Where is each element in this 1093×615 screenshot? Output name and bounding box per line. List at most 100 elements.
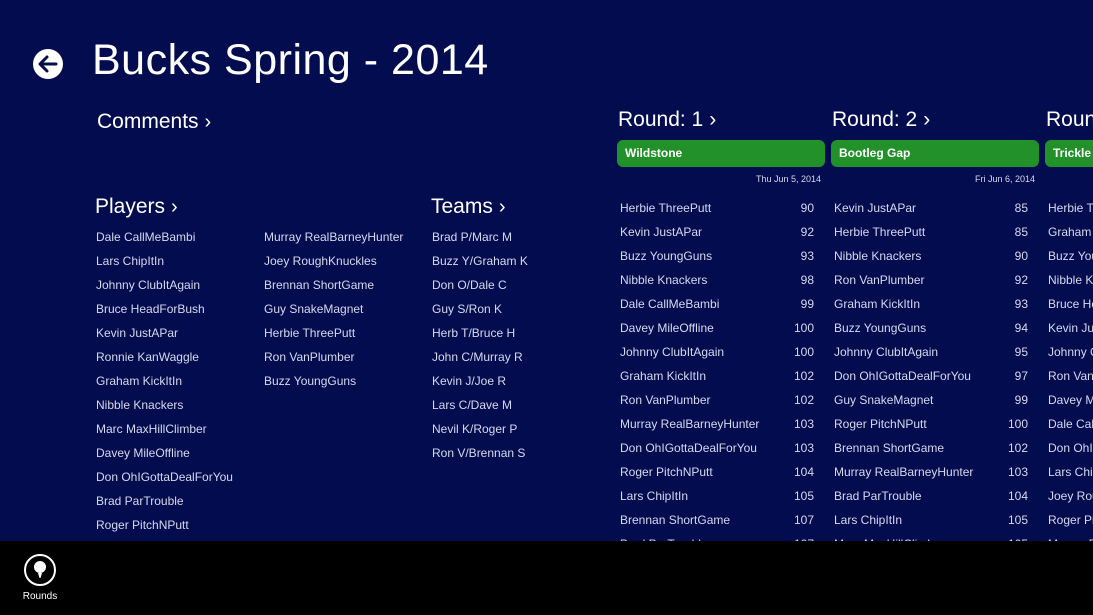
score-row[interactable]: Ron VanPlumber bbox=[1048, 364, 1093, 388]
team-item[interactable]: Guy S/Ron K bbox=[432, 297, 528, 321]
score-row[interactable]: Brad ParTrouble 107 bbox=[620, 532, 820, 541]
score-row[interactable]: Graham KickItIn 93 bbox=[834, 292, 1034, 316]
round-header[interactable]: Round: 1 › bbox=[618, 108, 716, 132]
score-row[interactable]: Murray RealBarneyHunter bbox=[1048, 532, 1093, 541]
score-row[interactable]: Herbie ThreePutt bbox=[1048, 196, 1093, 220]
score-row[interactable]: Dale CallMeBambi 99 bbox=[620, 292, 820, 316]
player-item[interactable]: Graham KickItIn bbox=[96, 369, 233, 393]
team-item[interactable]: Lars C/Dave M bbox=[432, 393, 528, 417]
score-row[interactable]: Ron VanPlumber 92 bbox=[834, 268, 1034, 292]
score-row[interactable]: Nibble Knackers 90 bbox=[834, 244, 1034, 268]
player-item[interactable]: Davey MileOffline bbox=[96, 441, 233, 465]
player-item[interactable]: Brennan ShortGame bbox=[264, 273, 403, 297]
score-row[interactable]: Don OhIGottaDealForYou 103 bbox=[620, 436, 820, 460]
rounds-button[interactable]: Rounds bbox=[18, 554, 62, 614]
round-header[interactable]: Round: 3› bbox=[1046, 108, 1093, 132]
score-row[interactable]: Kevin JustAPar 92 bbox=[620, 220, 820, 244]
player-item[interactable]: Brad ParTrouble bbox=[96, 489, 233, 513]
player-item[interactable]: Ron VanPlumber bbox=[264, 345, 403, 369]
score-row[interactable]: Brennan ShortGame 102 bbox=[834, 436, 1034, 460]
player-item[interactable]: Marc MaxHillClimber bbox=[96, 417, 233, 441]
player-item[interactable]: Guy SnakeMagnet bbox=[264, 297, 403, 321]
course-name[interactable]: Wildstone bbox=[617, 140, 825, 167]
comments-header[interactable]: Comments › bbox=[97, 110, 211, 134]
team-item[interactable]: Brad P/Marc M bbox=[432, 225, 528, 249]
player-item[interactable]: Nibble Knackers bbox=[96, 393, 233, 417]
score-row[interactable]: Brennan ShortGame 107 bbox=[620, 508, 820, 532]
player-item[interactable]: Murray RealBarneyHunter bbox=[264, 225, 403, 249]
player-name: Graham KickItIn bbox=[620, 369, 707, 383]
score-row[interactable]: Johnny ClubItAgain 95 bbox=[834, 340, 1034, 364]
score-row[interactable]: Herbie ThreePutt 90 bbox=[620, 196, 820, 220]
score-row[interactable]: Johnny ClubItAgain bbox=[1048, 340, 1093, 364]
player-name: Herbie ThreePutt bbox=[1048, 201, 1093, 215]
team-item[interactable]: Buzz Y/Graham K bbox=[432, 249, 528, 273]
player-item[interactable]: Dale CallMeBambi bbox=[96, 225, 233, 249]
player-name: Lars ChipItIn bbox=[834, 513, 903, 527]
player-score: 90 bbox=[800, 201, 814, 215]
score-row[interactable]: Buzz YoungGuns 93 bbox=[620, 244, 820, 268]
score-row[interactable]: Nibble Knackers 98 bbox=[620, 268, 820, 292]
player-score: 90 bbox=[1014, 249, 1028, 263]
score-row[interactable]: Roger PitchNPutt 100 bbox=[834, 412, 1034, 436]
player-score: 93 bbox=[800, 249, 814, 263]
score-row[interactable]: Lars ChipItIn 105 bbox=[620, 484, 820, 508]
score-row[interactable]: Roger PitchNPutt 104 bbox=[620, 460, 820, 484]
round-date: Thu Jun 5, 2014 bbox=[755, 174, 821, 184]
player-score: 105 bbox=[793, 489, 814, 503]
score-row[interactable]: Don OhIGottaDealForYou bbox=[1048, 436, 1093, 460]
player-name: Johnny ClubItAgain bbox=[834, 345, 939, 359]
player-name: Davey MileOffline bbox=[620, 321, 714, 335]
player-item[interactable]: Don OhIGottaDealForYou bbox=[96, 465, 233, 489]
player-score: 92 bbox=[1014, 273, 1028, 287]
players-header[interactable]: Players › bbox=[95, 195, 178, 219]
course-name[interactable]: Bootleg Gap bbox=[831, 140, 1039, 167]
player-item[interactable]: Joey RoughKnuckles bbox=[264, 249, 403, 273]
score-row[interactable]: Herbie ThreePutt 85 bbox=[834, 220, 1034, 244]
player-item[interactable]: Roger PitchNPutt bbox=[96, 513, 233, 537]
player-name: Ron VanPlumber bbox=[620, 393, 711, 407]
player-item[interactable]: Ronnie KanWaggle bbox=[96, 345, 233, 369]
player-item[interactable]: Bruce HeadForBush bbox=[96, 297, 233, 321]
team-item[interactable]: Nevil K/Roger P bbox=[432, 417, 528, 441]
score-row[interactable]: Ron VanPlumber 102 bbox=[620, 388, 820, 412]
player-item[interactable]: Buzz YoungGuns bbox=[264, 369, 403, 393]
score-row[interactable]: Buzz YoungGuns 94 bbox=[834, 316, 1034, 340]
player-item[interactable]: Johnny ClubItAgain bbox=[96, 273, 233, 297]
score-row[interactable]: Murray RealBarneyHunter 103 bbox=[620, 412, 820, 436]
score-row[interactable]: Don OhIGottaDealForYou 97 bbox=[834, 364, 1034, 388]
score-row[interactable]: Joey RoughKnuckles bbox=[1048, 484, 1093, 508]
score-row[interactable]: Murray RealBarneyHunter 103 bbox=[834, 460, 1034, 484]
team-item[interactable]: Herb T/Bruce H bbox=[432, 321, 528, 345]
team-item[interactable]: Ron V/Brennan S bbox=[432, 441, 528, 465]
round-header[interactable]: Round: 2 › bbox=[832, 108, 930, 132]
score-row[interactable]: Roger PitchNPutt bbox=[1048, 508, 1093, 532]
score-row[interactable]: Brad ParTrouble 104 bbox=[834, 484, 1034, 508]
score-row[interactable]: Dale CallMeBambi bbox=[1048, 412, 1093, 436]
score-row[interactable]: Kevin JustAPar 85 bbox=[834, 196, 1034, 220]
score-row[interactable]: Davey MileOffline bbox=[1048, 388, 1093, 412]
score-row[interactable]: Lars ChipItIn 105 bbox=[834, 508, 1034, 532]
player-name: Nibble Knackers bbox=[1048, 273, 1093, 287]
score-row[interactable]: Davey MileOffline 100 bbox=[620, 316, 820, 340]
score-row[interactable]: Bruce HeadForBush bbox=[1048, 292, 1093, 316]
player-item[interactable]: Lars ChipItIn bbox=[96, 249, 233, 273]
score-row[interactable]: Marc MaxHillClimber 105 bbox=[834, 532, 1034, 541]
course-name[interactable]: Trickle Creek bbox=[1045, 140, 1093, 167]
score-row[interactable]: Graham KickItIn 102 bbox=[620, 364, 820, 388]
score-row[interactable]: Buzz YoungGuns bbox=[1048, 244, 1093, 268]
teams-header[interactable]: Teams › bbox=[431, 195, 506, 219]
score-row[interactable]: Kevin JustAPar bbox=[1048, 316, 1093, 340]
score-row[interactable]: Guy SnakeMagnet 99 bbox=[834, 388, 1034, 412]
score-row[interactable]: Lars ChipItIn bbox=[1048, 460, 1093, 484]
player-item[interactable]: Kevin JustAPar bbox=[96, 321, 233, 345]
score-row[interactable]: Graham KickItIn bbox=[1048, 220, 1093, 244]
team-item[interactable]: Kevin J/Joe R bbox=[432, 369, 528, 393]
player-name: Johnny ClubItAgain bbox=[1048, 345, 1093, 359]
score-row[interactable]: Nibble Knackers bbox=[1048, 268, 1093, 292]
team-item[interactable]: Don O/Dale C bbox=[432, 273, 528, 297]
player-item[interactable]: Herbie ThreePutt bbox=[264, 321, 403, 345]
score-row[interactable]: Johnny ClubItAgain 100 bbox=[620, 340, 820, 364]
back-button[interactable] bbox=[31, 47, 63, 79]
team-item[interactable]: John C/Murray R bbox=[432, 345, 528, 369]
